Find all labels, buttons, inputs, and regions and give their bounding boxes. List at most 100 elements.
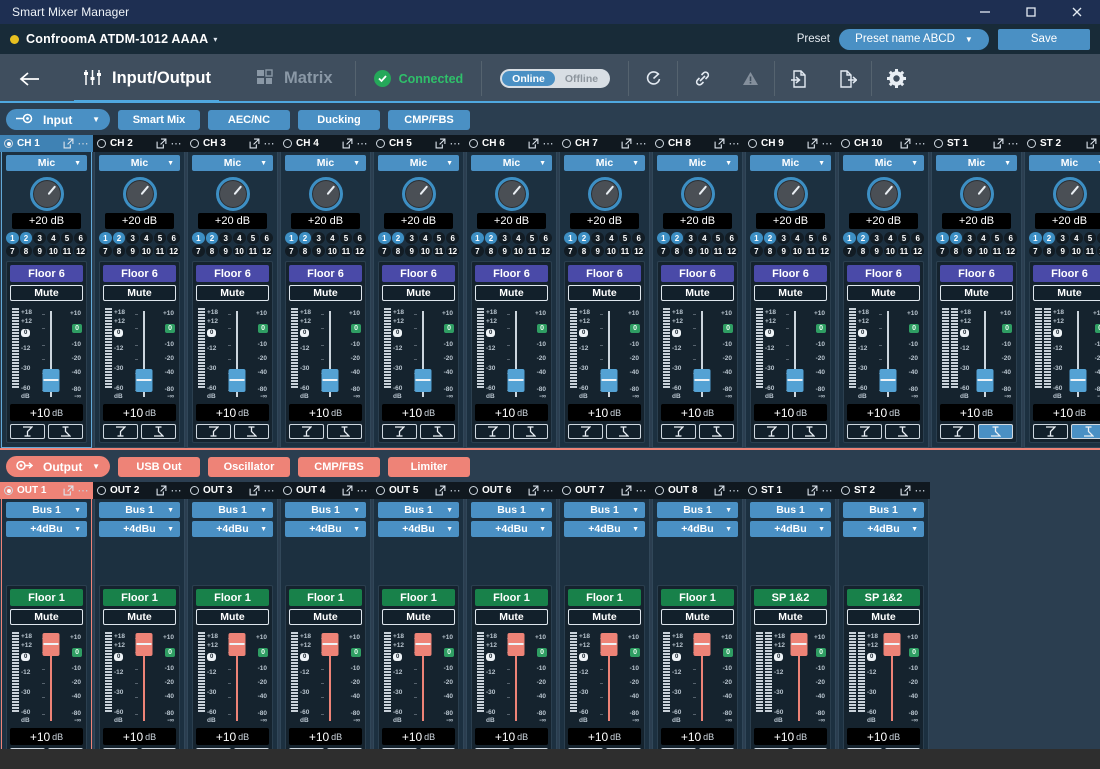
- refresh-icon[interactable]: [629, 54, 677, 103]
- source-select[interactable]: Mic▼: [564, 155, 645, 171]
- level-ref-select[interactable]: +4dBu ▼: [750, 521, 831, 537]
- mute-button[interactable]: Mute: [754, 609, 827, 625]
- open-external-icon[interactable]: [714, 138, 725, 149]
- channel-select-radio[interactable]: [283, 139, 292, 148]
- more-options-icon[interactable]: ⋯: [264, 138, 276, 149]
- source-select[interactable]: Mic▼: [285, 155, 366, 171]
- mix-group-button[interactable]: 3: [405, 232, 418, 244]
- gear-icon[interactable]: [872, 54, 920, 103]
- input-channel-strip[interactable]: CH 7 ⋯ Mic ▼ +20 dB 1 2 3 4 5 6 7 8 9 10 11 12 Floor 6 Mut…: [558, 135, 651, 448]
- mute-button[interactable]: Mute: [1033, 285, 1100, 301]
- channel-select-radio[interactable]: [376, 486, 385, 495]
- level-ref-select[interactable]: +4dBu ▼: [192, 521, 273, 537]
- more-options-icon[interactable]: ⋯: [357, 485, 369, 496]
- source-select[interactable]: Mic▼: [1029, 155, 1100, 171]
- mix-group-button[interactable]: 9: [312, 245, 325, 257]
- mix-group-button[interactable]: 11: [246, 245, 260, 257]
- lowpass-filter-icon[interactable]: [606, 424, 641, 439]
- highpass-filter-icon[interactable]: [382, 424, 417, 439]
- mix-group-button[interactable]: 12: [74, 245, 87, 257]
- mix-group-button[interactable]: 6: [74, 232, 87, 244]
- bus-assign-button[interactable]: Floor 6: [1033, 265, 1100, 282]
- bus-select[interactable]: Bus 1 ▼: [99, 502, 180, 518]
- source-select[interactable]: Mic▼: [378, 155, 459, 171]
- mix-group-button[interactable]: 10: [47, 245, 60, 257]
- mix-group-button[interactable]: 3: [312, 232, 325, 244]
- mute-button[interactable]: Mute: [568, 285, 641, 301]
- highpass-filter-icon[interactable]: [754, 424, 789, 439]
- gain-knob[interactable]: [494, 177, 529, 211]
- level-value-box[interactable]: +10 dB: [475, 728, 548, 745]
- cmp-fbs-button[interactable]: CMP/FBS: [388, 109, 470, 130]
- output-label-button[interactable]: Floor 1: [289, 589, 362, 606]
- output-label-button[interactable]: Floor 1: [568, 589, 641, 606]
- mix-group-button[interactable]: 1: [1029, 232, 1042, 244]
- mix-group-button[interactable]: 4: [47, 232, 60, 244]
- gain-knob[interactable]: [401, 177, 436, 211]
- open-external-icon[interactable]: [807, 138, 818, 149]
- mix-group-button[interactable]: 4: [698, 232, 711, 244]
- fader-handle[interactable]: [414, 369, 431, 392]
- channel-header[interactable]: ST 2 ⋯: [837, 482, 930, 499]
- channel-select-radio[interactable]: [4, 486, 13, 495]
- mute-button[interactable]: Mute: [196, 609, 269, 625]
- device-name[interactable]: ConfroomA ATDM-1012 AAAA: [26, 32, 208, 46]
- level-value-box[interactable]: +10 dB: [847, 404, 920, 421]
- mix-group-button[interactable]: 4: [512, 232, 525, 244]
- more-options-icon[interactable]: ⋯: [450, 485, 462, 496]
- fader-handle[interactable]: [883, 633, 901, 656]
- level-ref-select[interactable]: +4dBu ▼: [564, 521, 645, 537]
- fader-handle[interactable]: [414, 633, 431, 656]
- mix-group-button[interactable]: 5: [339, 232, 353, 244]
- mix-group-button[interactable]: 7: [6, 245, 19, 257]
- mix-group-button[interactable]: 8: [484, 245, 498, 257]
- mix-group-button[interactable]: 1: [192, 232, 205, 244]
- tab-input-output[interactable]: Input/Output: [60, 54, 233, 103]
- level-value-box[interactable]: +10 dB: [196, 404, 269, 421]
- online-offline-toggle[interactable]: Online Offline: [500, 69, 611, 88]
- mix-group-button[interactable]: 8: [670, 245, 684, 257]
- more-options-icon[interactable]: ⋯: [78, 485, 90, 496]
- mix-group-button[interactable]: 11: [804, 245, 818, 257]
- fader-track[interactable]: [976, 307, 994, 401]
- mix-group-button[interactable]: 1: [6, 232, 19, 244]
- fader-handle[interactable]: [693, 369, 710, 392]
- mix-group-button[interactable]: 5: [897, 232, 911, 244]
- fader-track[interactable]: [1069, 307, 1087, 401]
- channel-select-radio[interactable]: [562, 139, 571, 148]
- more-options-icon[interactable]: ⋯: [729, 138, 741, 149]
- mix-group-button[interactable]: 12: [353, 245, 366, 257]
- mix-group-button[interactable]: 7: [192, 245, 205, 257]
- gain-value[interactable]: +20 dB: [942, 213, 1011, 229]
- level-value-box[interactable]: +10 dB: [382, 728, 455, 745]
- fader-track[interactable]: [132, 307, 155, 401]
- output-channel-strip[interactable]: OUT 1 ⋯ Bus 1 ▼ +4dBu ▼ Floor 1 Mute +18 +12 0 -12-…: [0, 482, 93, 769]
- back-arrow-icon[interactable]: [0, 54, 60, 103]
- open-external-icon[interactable]: [807, 485, 818, 496]
- mix-group-button[interactable]: 11: [711, 245, 725, 257]
- channel-header[interactable]: OUT 1 ⋯: [0, 482, 93, 499]
- channel-header[interactable]: OUT 5 ⋯: [372, 482, 465, 499]
- mute-button[interactable]: Mute: [103, 609, 176, 625]
- channel-header[interactable]: CH 9 ⋯: [744, 135, 837, 152]
- channel-header[interactable]: OUT 3 ⋯: [186, 482, 279, 499]
- mix-group-button[interactable]: 10: [233, 245, 246, 257]
- input-channel-strip[interactable]: CH 9 ⋯ Mic ▼ +20 dB 1 2 3 4 5 6 7 8 9 10 11 12 Floor 6 Mut…: [744, 135, 837, 448]
- channel-select-radio[interactable]: [469, 139, 478, 148]
- mix-group-button[interactable]: 6: [818, 232, 831, 244]
- more-options-icon[interactable]: ⋯: [171, 138, 183, 149]
- mix-group-button[interactable]: 7: [936, 245, 949, 257]
- fader-handle[interactable]: [507, 633, 524, 656]
- mix-group-button[interactable]: 4: [140, 232, 153, 244]
- mix-group-button[interactable]: 1: [843, 232, 856, 244]
- lowpass-filter-icon[interactable]: [327, 424, 362, 439]
- output-label-button[interactable]: Floor 1: [661, 589, 734, 606]
- gain-knob[interactable]: [1052, 177, 1087, 211]
- fader-track[interactable]: [690, 307, 713, 401]
- level-ref-select[interactable]: +4dBu ▼: [378, 521, 459, 537]
- channel-select-radio[interactable]: [97, 486, 106, 495]
- mix-group-button[interactable]: 2: [298, 232, 312, 244]
- mix-group-button[interactable]: 7: [750, 245, 763, 257]
- channel-header[interactable]: ST 1 ⋯: [744, 482, 837, 499]
- gain-value[interactable]: +20 dB: [1035, 213, 1100, 229]
